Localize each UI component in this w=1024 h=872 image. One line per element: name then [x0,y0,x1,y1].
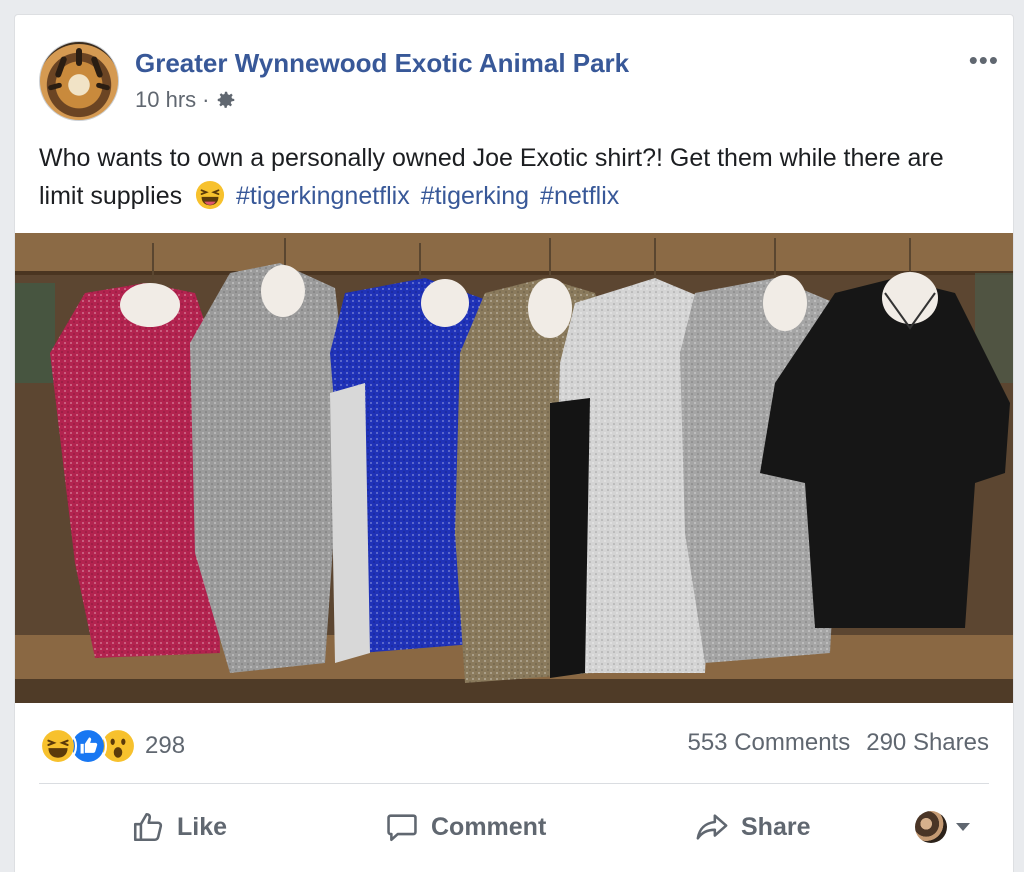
reaction-summary[interactable]: 298 [39,727,185,765]
share-label: Share [741,812,811,841]
engagement-counts: 553 Comments 290 Shares [687,729,989,757]
react-as-selector[interactable] [915,811,971,843]
grinning-squinting-face-icon [196,180,225,210]
comments-count-link[interactable]: 553 Comments [687,729,850,757]
divider [39,783,989,784]
comment-button[interactable]: Comment [385,810,546,844]
hashtag-link[interactable]: #tigerkingnetflix [236,182,410,210]
reaction-count[interactable]: 298 [145,732,185,760]
action-bar: Like Comment Share [39,805,989,849]
gear-icon[interactable] [215,89,237,111]
hashtag-link[interactable]: #tigerking [421,182,529,210]
page-avatar[interactable] [39,41,119,121]
shares-count-link[interactable]: 290 Shares [866,729,989,757]
more-options-icon[interactable]: ••• [969,45,999,76]
user-avatar [915,811,947,843]
share-button[interactable]: Share [695,810,810,844]
chevron-down-icon [956,823,970,831]
timestamp[interactable]: 10 hrs [135,87,196,113]
page-name-link[interactable]: Greater Wynnewood Exotic Animal Park [135,48,629,79]
post-meta: 10 hrs · [135,87,237,113]
comment-icon [387,814,417,842]
share-arrow-icon [696,814,728,840]
haha-reaction-icon [39,727,77,765]
thumbs-up-icon [133,812,163,842]
like-button[interactable]: Like [131,810,227,844]
hashtag-link[interactable]: #netflix [540,182,619,210]
like-label: Like [177,812,228,841]
shirts-photo [15,233,1013,703]
comment-label: Comment [431,812,547,841]
meta-separator: · [202,87,210,112]
post-text: Who wants to own a personally owned Joe … [39,139,989,215]
post-photo[interactable] [15,233,1013,703]
post-card: Greater Wynnewood Exotic Animal Park 10 … [14,14,1014,872]
